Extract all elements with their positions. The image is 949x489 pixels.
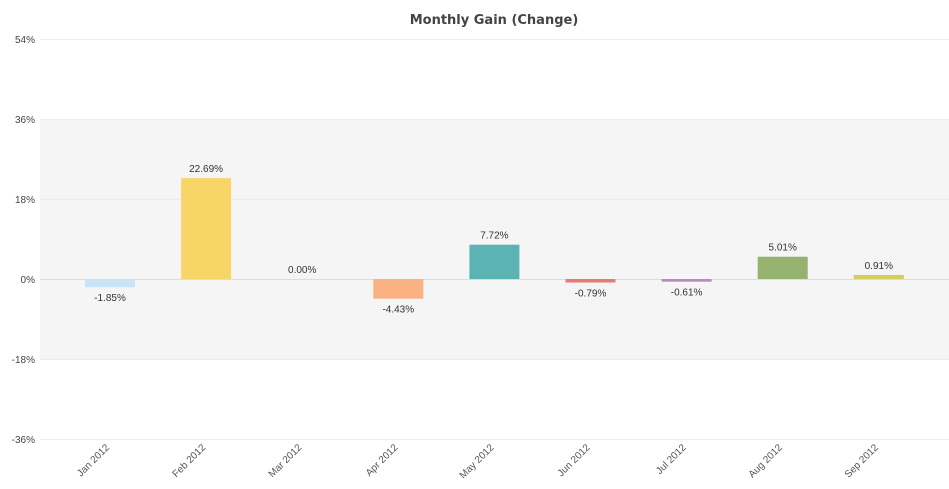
y-tick-label: 54% [15,35,35,46]
x-tick-label: Jun 2012 [556,442,593,479]
x-tick-label: Aug 2012 [747,442,785,480]
bar [373,279,424,299]
x-tick-label: Mar 2012 [267,442,305,480]
bar [853,274,904,279]
x-tick-label: Sep 2012 [843,442,881,480]
data-label: 0.00% [288,265,316,276]
bar [85,279,135,288]
data-label: 22.69% [189,164,223,175]
y-tick-label: 0% [21,275,36,286]
y-tick-label: -18% [12,355,35,366]
monthly-gain-chart: Monthly Gain (Change) 54% 36% 18% 0% -18% -36… [12,13,949,481]
data-label: 7.72% [480,231,508,242]
data-label: 0.91% [865,261,893,272]
x-axis: Jan 2012 Feb 2012 Mar 2012 Apr 2012 May 2012… [75,442,881,481]
data-label: -0.79% [575,289,607,300]
x-tick-label: May 2012 [458,442,497,481]
y-tick-label: -36% [12,435,35,446]
x-tick-label: Jul 2012 [654,442,689,477]
y-tick-label: 36% [15,115,35,126]
y-tick-label: 18% [15,195,35,206]
data-label: -0.61% [671,288,703,299]
bar [661,279,712,282]
chart-title: Monthly Gain (Change) [410,13,579,28]
bar [565,279,616,283]
data-label: -1.85% [94,293,126,304]
data-label: -4.43% [382,305,414,316]
x-tick-label: Apr 2012 [364,442,401,479]
bar [757,256,808,279]
data-label: 5.01% [769,243,797,254]
bar [469,244,520,279]
y-axis: 54% 36% 18% 0% -18% -36% [12,35,35,446]
x-tick-label: Feb 2012 [171,442,209,480]
bar [181,178,232,279]
x-tick-label: Jan 2012 [75,442,112,479]
